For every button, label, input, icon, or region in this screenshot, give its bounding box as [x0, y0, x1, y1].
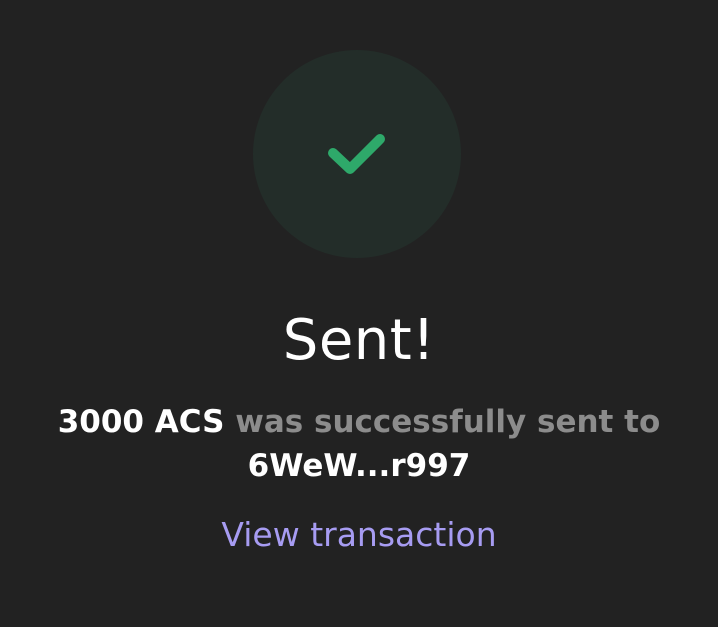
success-message: 3000 ACS was successfully sent to 6WeW..…: [0, 400, 718, 488]
send-success-screen: Sent! 3000 ACS was successfully sent to …: [0, 0, 718, 627]
sent-amount: 3000 ACS: [57, 404, 225, 440]
message-line-1: 3000 ACS was successfully sent to: [0, 400, 718, 444]
message-text: was successfully sent to: [235, 404, 661, 440]
check-icon: [328, 134, 385, 174]
success-badge: [253, 50, 461, 258]
view-transaction-link[interactable]: View transaction: [0, 513, 718, 557]
recipient-address: 6WeW...r997: [247, 448, 471, 484]
page-title: Sent!: [282, 308, 436, 373]
